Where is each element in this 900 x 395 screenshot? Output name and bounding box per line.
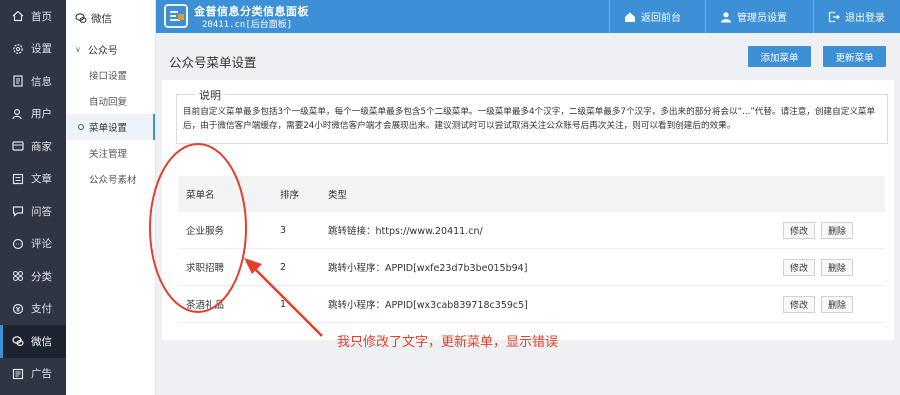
delete-button[interactable]: 删除: [820, 258, 853, 276]
menu-type: 跳转小程序：APPID[wxfe23d7b3be015b94]: [328, 263, 528, 274]
nav-item-qa[interactable]: 问答: [0, 195, 66, 228]
subnav-group-official-account[interactable]: ∨ 公众号: [66, 36, 155, 62]
active-dot-icon: [78, 124, 84, 130]
subnav-item-label: 菜单设置: [89, 123, 128, 134]
subnav-item-interface[interactable]: 接口设置: [66, 62, 155, 88]
nav-label: 用户: [31, 108, 52, 121]
user-icon: [12, 108, 24, 120]
nav-label: 微信: [31, 335, 52, 348]
annotation-text: 我只修改了文字，更新菜单，显示错误: [337, 335, 559, 350]
edit-button[interactable]: 修改: [782, 295, 815, 313]
table-row: 求职招聘 2 跳转小程序：APPID[wxfe23d7b3be015b94] 修…: [178, 249, 885, 286]
nav-label: 支付: [31, 303, 52, 316]
logout-button[interactable]: 退出登录: [813, 0, 900, 33]
nav-item-articles[interactable]: 文章: [0, 163, 66, 196]
nav-item-home[interactable]: 首页: [0, 0, 66, 33]
subnav-header: 微信: [66, 0, 155, 36]
store-icon: [12, 140, 24, 152]
notice-legend: 说明: [195, 87, 225, 103]
sub-sidebar: 微信 ∨ 公众号 接口设置 自动回复 菜单设置 关注管理 公众号素材: [66, 0, 156, 395]
nav-item-users[interactable]: 用户: [0, 98, 66, 131]
nav-item-payment[interactable]: 支付: [0, 293, 66, 326]
back-label: 返回前台: [641, 13, 681, 24]
nav-label: 信息: [31, 75, 52, 88]
chevron-down-icon: ∨: [75, 44, 81, 54]
subnav-item-material[interactable]: 公众号素材: [66, 166, 155, 192]
category-icon: [12, 270, 24, 282]
notice-box: 说明 目前自定义菜单最多包括3个一级菜单，每个一级菜单最多包含5个二级菜单。一级…: [176, 87, 888, 144]
menu-order: 2: [280, 261, 287, 273]
home-icon: [12, 10, 24, 22]
menu-name: 茶酒礼品: [186, 300, 225, 311]
nav-label: 分类: [31, 270, 52, 283]
edit-button[interactable]: 修改: [782, 258, 815, 276]
back-to-frontend-button[interactable]: 返回前台: [609, 0, 705, 33]
subnav-group-label: 公众号: [87, 45, 118, 57]
home-icon: [625, 12, 635, 22]
comment-icon: [12, 238, 24, 250]
menu-type: 跳转小程序：APPID[wx3cab839718c359c5]: [328, 300, 528, 311]
nav-label: 首页: [31, 10, 52, 23]
column-header-order: 排序: [280, 190, 300, 201]
nav-item-ads[interactable]: 广告: [0, 358, 66, 391]
menu-type: 跳转链接：https://www.20411.cn/: [328, 226, 483, 237]
notice-text: 目前自定义菜单最多包括3个一级菜单，每个一级菜单最多包含5个二级菜单。一级菜单最…: [183, 107, 876, 131]
ad-icon: [12, 368, 24, 380]
logo-icon: [164, 4, 188, 28]
nav-item-comments[interactable]: 评论: [0, 228, 66, 261]
subnav-item-label: 自动回复: [89, 97, 128, 108]
table-header: 菜单名 排序 类型: [178, 176, 885, 212]
nav-label: 广告: [31, 368, 52, 381]
subnav-item-label: 接口设置: [89, 71, 128, 82]
subnav-item-menu-settings[interactable]: 菜单设置: [66, 114, 155, 140]
table-row: 茶酒礼品 1 跳转小程序：APPID[wx3cab839718c359c5] 修…: [178, 286, 885, 323]
content-panel: 说明 目前自定义菜单最多包括3个一级菜单，每个一级菜单最多包含5个二级菜单。一级…: [162, 80, 894, 340]
table-row: 企业服务 3 跳转链接：https://www.20411.cn/ 修改 删除: [178, 212, 885, 249]
logout-label: 退出登录: [845, 13, 885, 24]
user-icon: [721, 11, 731, 22]
add-menu-button[interactable]: 添加菜单: [748, 46, 811, 67]
wechat-icon: [12, 335, 24, 347]
column-header-type: 类型: [328, 190, 348, 201]
subnav-item-label: 关注管理: [89, 149, 128, 160]
nav-label: 评论: [31, 238, 52, 251]
nav-item-categories[interactable]: 分类: [0, 260, 66, 293]
page-title: 公众号菜单设置: [169, 55, 257, 70]
pay-icon: [12, 303, 24, 315]
nav-label: 设置: [31, 43, 52, 56]
subnav-item-label: 公众号素材: [89, 175, 137, 186]
chat-icon: [12, 205, 24, 218]
subnav-header-label: 微信: [91, 12, 112, 25]
admin-label: 管理员设置: [737, 13, 787, 24]
nav-item-wechat[interactable]: 微信: [0, 325, 66, 358]
menu-name: 企业服务: [186, 226, 225, 237]
main-sidebar: 首页 设置 信息 用户 商家 文章 问答 评论 分类 支付 微信 广告: [0, 0, 66, 395]
document-icon: [12, 75, 24, 87]
edit-button[interactable]: 修改: [782, 221, 815, 239]
admin-settings-button[interactable]: 管理员设置: [705, 0, 813, 33]
menu-order: 1: [280, 298, 287, 310]
delete-button[interactable]: 删除: [820, 295, 853, 313]
menu-table: 菜单名 排序 类型 企业服务 3 跳转链接：https://www.20411.…: [178, 176, 885, 323]
top-bar: 金普信息分类信息面板 20411.cn[后台面板] 返回前台 管理员设置 退出登…: [156, 0, 900, 33]
update-menu-button[interactable]: 更新菜单: [823, 46, 886, 67]
subnav-item-autoreply[interactable]: 自动回复: [66, 88, 155, 114]
nav-item-info[interactable]: 信息: [0, 65, 66, 98]
nav-label: 文章: [31, 173, 52, 186]
menu-order: 3: [280, 224, 287, 236]
subnav-item-follow[interactable]: 关注管理: [66, 140, 155, 166]
menu-name: 求职招聘: [186, 263, 225, 274]
nav-label: 商家: [31, 140, 52, 153]
brand-subtitle: 20411.cn[后台面板]: [202, 20, 293, 30]
nav-label: 问答: [31, 205, 52, 218]
column-header-name: 菜单名: [186, 190, 215, 201]
nav-item-merchants[interactable]: 商家: [0, 130, 66, 163]
gear-icon: [12, 43, 24, 55]
article-icon: [12, 173, 24, 185]
delete-button[interactable]: 删除: [820, 221, 853, 239]
wechat-icon: [75, 13, 87, 23]
nav-item-settings[interactable]: 设置: [0, 33, 66, 66]
logout-icon: [828, 11, 840, 22]
